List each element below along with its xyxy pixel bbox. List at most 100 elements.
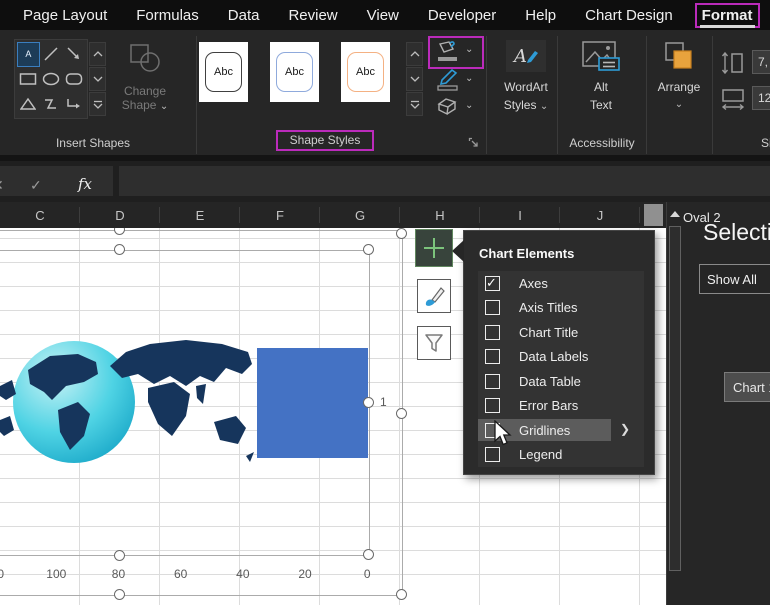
menu-item-checkbox[interactable] (485, 276, 500, 291)
column-header-highlighted[interactable] (644, 204, 663, 226)
chart-element-menu-item[interactable]: Axis Titles ❯ (478, 296, 644, 321)
enter-icon[interactable]: ✓ (30, 177, 42, 194)
line-shape-icon[interactable] (40, 42, 63, 67)
chevron-down-icon: ⌄ (160, 101, 168, 112)
plus-icon (423, 237, 445, 259)
selection-handle[interactable] (396, 408, 407, 419)
gallery-down-button[interactable] (406, 67, 423, 91)
ribbon-tab[interactable]: View (367, 4, 399, 27)
chevron-down-icon[interactable]: ⌄ (465, 73, 473, 84)
shape-height-field[interactable]: 7, (752, 50, 770, 74)
chevron-down-icon[interactable]: ⌄ (465, 100, 473, 111)
formula-input[interactable] (119, 166, 770, 196)
alt-text-button[interactable]: Alt Text (571, 40, 631, 114)
column-header[interactable]: C (0, 202, 80, 228)
arrow-shape-icon[interactable] (62, 42, 85, 67)
oval-shape-icon[interactable] (40, 67, 63, 92)
shape-styles-dialog-launcher[interactable] (468, 137, 479, 148)
ribbon-tab[interactable]: Formulas (136, 4, 199, 27)
chart-element-menu-item[interactable]: Data Table ❯ (478, 369, 644, 394)
chart-elements-button[interactable] (415, 229, 453, 267)
change-shape-button[interactable]: Change Shape ⌄ (116, 40, 174, 120)
menu-item-checkbox[interactable] (485, 398, 500, 413)
selection-pane-item[interactable]: Chart 1 (724, 372, 770, 402)
scrollbar-thumb[interactable] (669, 226, 681, 571)
column-header[interactable]: D (80, 202, 160, 228)
shape-styles-group-label: Shape Styles (276, 130, 374, 151)
gallery-up-button[interactable] (406, 42, 423, 66)
chart-filters-button[interactable] (417, 326, 451, 360)
ribbon-tab[interactable]: Page Layout (23, 4, 107, 27)
menu-item-checkbox[interactable] (485, 325, 500, 340)
gallery-down-button[interactable] (89, 67, 106, 91)
insert-shapes-gallery[interactable]: A (14, 39, 88, 119)
ribbon-tab-label: View (367, 7, 399, 24)
ribbon-tab[interactable]: Help (525, 4, 556, 27)
gallery-up-button[interactable] (89, 42, 106, 66)
column-header[interactable]: F (240, 202, 320, 228)
chart-element-menu-item[interactable]: Axes ❯ (478, 271, 644, 296)
vertical-scrollbar[interactable] (666, 202, 683, 605)
shape-width-field[interactable]: 12 (752, 86, 770, 110)
selection-pane-item-label: Chart 1 (733, 380, 770, 395)
globe-picture[interactable] (0, 328, 256, 476)
menu-item-checkbox[interactable] (485, 447, 500, 462)
freeform-shape-icon[interactable] (40, 91, 63, 116)
selection-handle[interactable] (114, 228, 125, 235)
rectangle-shape-icon[interactable] (17, 67, 40, 92)
chevron-right-icon[interactable]: ❯ (620, 422, 630, 436)
plot-area-border-top (0, 250, 370, 251)
shape-outline-button[interactable] (432, 68, 462, 92)
column-header[interactable]: I (480, 202, 560, 228)
text-box-shape-icon[interactable]: A (17, 42, 40, 67)
column-header[interactable]: G (320, 202, 400, 228)
arrange-button[interactable]: Arrange ⌄ (649, 40, 709, 114)
insert-function-icon[interactable]: fx (78, 175, 92, 193)
selection-handle[interactable] (363, 244, 374, 255)
ribbon-tab[interactable]: Data (228, 4, 260, 27)
chart-bar-series[interactable] (257, 348, 368, 458)
chart-styles-button[interactable] (417, 279, 451, 313)
show-all-label: Show All (707, 272, 757, 287)
selection-handle[interactable] (363, 549, 374, 560)
cancel-icon[interactable]: ✕ (0, 177, 4, 194)
column-header-label: J (597, 208, 604, 223)
gallery-more-button[interactable] (406, 92, 423, 116)
value-axis[interactable]: 120100806040200 (0, 567, 398, 581)
wordart-styles-button[interactable]: A WordArt Styles ⌄ (490, 40, 562, 116)
column-header[interactable]: E (160, 202, 240, 228)
ribbon-tab[interactable]: Developer (428, 4, 496, 27)
menu-item-checkbox[interactable] (485, 300, 500, 315)
shape-effects-button[interactable] (432, 95, 462, 119)
menu-item-checkbox[interactable] (485, 374, 500, 389)
menu-item-checkbox[interactable] (485, 349, 500, 364)
category-axis-label[interactable]: 1 (380, 395, 387, 409)
selection-handle[interactable] (114, 550, 125, 561)
value-axis-label: 0 (336, 567, 398, 581)
triangle-shape-icon[interactable] (17, 91, 40, 116)
scrollbar-up-arrow[interactable] (668, 204, 682, 223)
shape-style-thumbnail[interactable]: Abc (199, 42, 248, 102)
gallery-more-button[interactable] (89, 92, 106, 116)
column-header[interactable]: H (400, 202, 480, 228)
ribbon-tab[interactable]: Chart Design (585, 4, 673, 27)
selection-handle[interactable] (114, 244, 125, 255)
ribbon-tab[interactable]: Format (695, 3, 760, 28)
shape-style-thumbnail[interactable]: Abc (270, 42, 319, 102)
rounded-rectangle-shape-icon[interactable] (62, 67, 85, 92)
chart-element-menu-item[interactable]: Data Labels ❯ (478, 345, 644, 370)
show-all-button[interactable]: Show All (699, 264, 770, 294)
excel-window: Page Layout Formulas Data Review View De… (0, 0, 770, 605)
insert-shapes-group-label: Insert Shapes (25, 136, 161, 150)
chart-element-menu-item[interactable]: Chart Title ❯ (478, 320, 644, 345)
chart-element-menu-item[interactable]: Error Bars ❯ (478, 394, 644, 419)
elbow-arrow-shape-icon[interactable] (62, 91, 85, 116)
selection-handle[interactable] (396, 589, 407, 600)
selection-pane-item[interactable]: Oval 2 (683, 202, 721, 232)
column-header[interactable]: J (560, 202, 640, 228)
selection-handle[interactable] (396, 228, 407, 239)
selection-handle[interactable] (114, 589, 125, 600)
ribbon-tab[interactable]: Review (288, 4, 337, 27)
shape-style-thumbnail[interactable]: Abc (341, 42, 390, 102)
selection-handle[interactable] (363, 397, 374, 408)
